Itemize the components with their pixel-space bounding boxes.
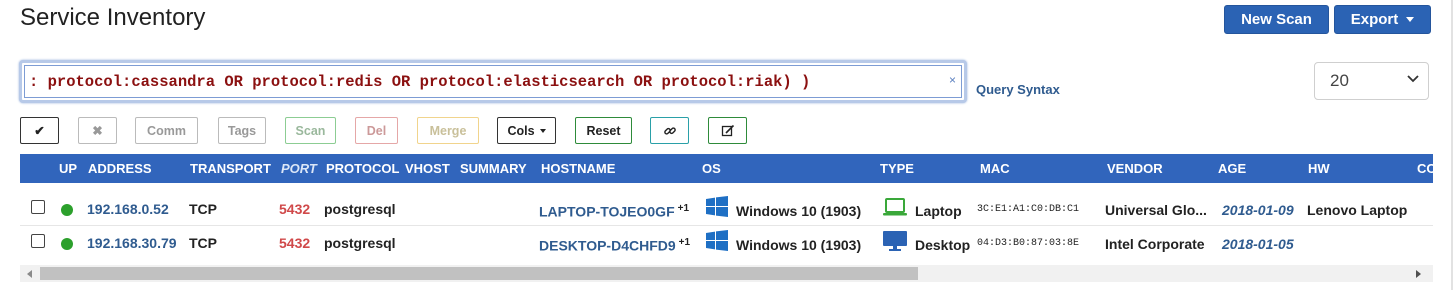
col-port[interactable]: PORT xyxy=(281,161,317,176)
type-cell: Desktop xyxy=(915,237,971,253)
scan-button[interactable]: Scan xyxy=(285,117,336,144)
new-scan-button[interactable]: New Scan xyxy=(1224,5,1329,34)
hostname-cell: DESKTOP-D4CHFD9 +1 xyxy=(539,237,690,254)
vendor-cell: Intel Corporate xyxy=(1105,236,1205,252)
type-cell: Laptop xyxy=(915,203,962,219)
mac-cell: 3C:E1:A1:C0:DB:C1 xyxy=(977,204,1080,215)
laptop-icon xyxy=(883,198,907,216)
hostname-cell: LAPTOP-TOJEO0GF +1 xyxy=(539,203,689,220)
col-mac[interactable]: MAC xyxy=(980,161,1010,176)
transport-cell: TCP xyxy=(189,235,217,251)
per-page-select[interactable]: 20 xyxy=(1314,62,1429,100)
os-cell: Windows 10 (1903) xyxy=(736,237,862,253)
link-button[interactable] xyxy=(650,117,689,144)
col-hostname[interactable]: HOSTNAME xyxy=(541,161,615,176)
edit-button[interactable] xyxy=(708,117,747,144)
merge-button[interactable]: Merge xyxy=(417,117,479,144)
comment-button[interactable]: Comm xyxy=(135,117,198,144)
col-age[interactable]: AGE xyxy=(1218,161,1246,176)
mac-cell: 04:D3:B0:87:03:8E xyxy=(977,238,1080,249)
horizontal-scrollbar[interactable] xyxy=(20,265,1433,282)
service-inventory-page: Service Inventory New Scan Export : prot… xyxy=(0,0,1453,290)
edit-icon xyxy=(721,124,734,136)
col-vendor[interactable]: VENDOR xyxy=(1107,161,1163,176)
hostname-extra-count: +1 xyxy=(677,203,690,214)
desktop-icon xyxy=(883,231,907,251)
export-button[interactable]: Export xyxy=(1334,5,1431,34)
query-text: : protocol:cassandra OR protocol:redis O… xyxy=(29,72,811,91)
col-protocol[interactable]: PROTOCOL xyxy=(326,161,399,176)
table-header: UP ADDRESS TRANSPORT PORT PROTOCOL VHOST… xyxy=(20,154,1433,183)
address-link[interactable]: 192.168.0.52 xyxy=(87,201,169,217)
export-label: Export xyxy=(1350,11,1399,28)
col-extra[interactable]: CO xyxy=(1417,161,1433,176)
col-type[interactable]: TYPE xyxy=(880,161,914,176)
row-checkbox[interactable] xyxy=(31,200,45,214)
scroll-left-icon[interactable] xyxy=(27,270,32,278)
age-cell: 2018-01-05 xyxy=(1222,236,1294,252)
page-title: Service Inventory xyxy=(20,4,206,31)
query-input-wrapper: : protocol:cassandra OR protocol:redis O… xyxy=(19,60,967,103)
deselect-all-button[interactable]: ✖ xyxy=(78,117,117,144)
table-row[interactable]: 192.168.30.79 TCP 5432 postgresql DESKTO… xyxy=(20,226,1433,260)
col-summary[interactable]: SUMMARY xyxy=(460,161,527,176)
col-hw[interactable]: HW xyxy=(1308,161,1330,176)
col-up[interactable]: UP xyxy=(59,161,77,176)
table-row[interactable]: 192.168.0.52 TCP 5432 postgresql LAPTOP-… xyxy=(20,192,1433,226)
clear-query-icon[interactable]: × xyxy=(949,73,956,87)
up-status-icon xyxy=(61,204,73,216)
hw-cell: Lenovo Laptop xyxy=(1307,202,1408,218)
delete-button[interactable]: Del xyxy=(355,117,398,144)
row-checkbox[interactable] xyxy=(31,234,45,248)
caret-down-icon xyxy=(539,128,546,133)
hostname-extra-count: +1 xyxy=(678,237,691,248)
windows-icon xyxy=(706,196,728,217)
reset-button[interactable]: Reset xyxy=(575,117,632,144)
address-link[interactable]: 192.168.30.79 xyxy=(87,235,177,251)
select-all-button[interactable]: ✔ xyxy=(20,117,59,144)
port-cell: 5432 xyxy=(279,201,311,217)
query-syntax-link[interactable]: Query Syntax xyxy=(976,82,1060,97)
age-cell: 2018-01-09 xyxy=(1222,202,1294,218)
scrollbar-thumb[interactable] xyxy=(40,267,918,280)
col-transport[interactable]: TRANSPORT xyxy=(190,161,271,176)
port-cell: 5432 xyxy=(279,235,311,251)
hostname-link[interactable]: DESKTOP-D4CHFD9 xyxy=(539,238,676,254)
col-vhost[interactable]: VHOST xyxy=(405,161,450,176)
query-input[interactable]: : protocol:cassandra OR protocol:redis O… xyxy=(24,65,962,98)
windows-icon xyxy=(706,230,728,251)
columns-button[interactable]: Cols xyxy=(497,117,556,144)
up-status-icon xyxy=(61,238,73,250)
protocol-cell: postgresql xyxy=(324,235,396,251)
tags-button[interactable]: Tags xyxy=(218,117,266,144)
per-page-value: 20 xyxy=(1330,71,1349,90)
col-address[interactable]: ADDRESS xyxy=(88,161,152,176)
os-cell: Windows 10 (1903) xyxy=(736,203,862,219)
scroll-right-icon[interactable] xyxy=(1416,270,1421,278)
protocol-cell: postgresql xyxy=(324,201,396,217)
hostname-link[interactable]: LAPTOP-TOJEO0GF xyxy=(539,204,675,220)
col-os[interactable]: OS xyxy=(702,161,721,176)
vendor-cell: Universal Glo... xyxy=(1105,202,1207,218)
chevron-down-icon xyxy=(1406,17,1415,22)
columns-label: Cols xyxy=(507,123,535,138)
transport-cell: TCP xyxy=(189,201,217,217)
chevron-down-icon xyxy=(1407,75,1419,83)
link-icon xyxy=(663,126,676,135)
